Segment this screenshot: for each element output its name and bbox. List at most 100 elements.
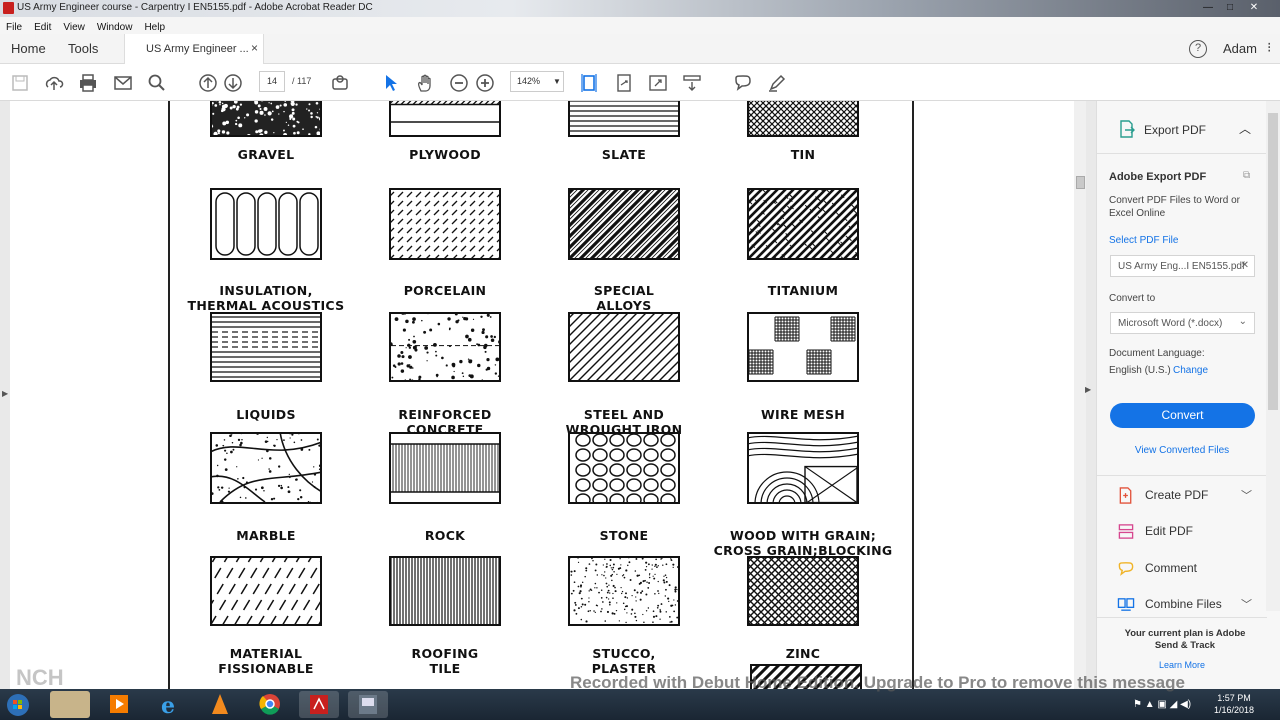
menu-view[interactable]: View bbox=[57, 20, 91, 33]
print-icon[interactable] bbox=[78, 73, 98, 93]
svg-text:e: e bbox=[161, 693, 175, 718]
material-symbol-zinc: ZINC bbox=[747, 556, 859, 666]
chevron-down-icon: ⌄ bbox=[1239, 316, 1247, 327]
close-window-button[interactable]: ✕ bbox=[1243, 1, 1265, 15]
right-tools-panel: Export PDF ︿ Adobe Export PDF ⧉ Convert … bbox=[1096, 101, 1280, 689]
chrome-icon[interactable] bbox=[250, 691, 290, 718]
save-icon[interactable] bbox=[10, 73, 30, 93]
material-swatch bbox=[747, 432, 859, 504]
fit-page-icon[interactable] bbox=[579, 73, 599, 93]
language-value: English (U.S.) bbox=[1109, 365, 1171, 376]
read-mode-icon[interactable] bbox=[330, 73, 350, 93]
start-button[interactable] bbox=[2, 691, 38, 718]
material-swatch bbox=[210, 101, 322, 137]
panel-scroll-thumb[interactable] bbox=[1268, 113, 1278, 410]
convert-to-select[interactable]: Microsoft Word (*.docx)⌄ bbox=[1110, 312, 1255, 334]
media-player-icon[interactable] bbox=[100, 691, 140, 718]
material-label: TITANIUM bbox=[707, 283, 899, 298]
document-scroll-thumb[interactable] bbox=[1076, 176, 1085, 189]
tab-home[interactable]: Home bbox=[11, 41, 46, 56]
document-viewport[interactable]: GRAVELPLYWOODSLATETININSULATION, THERMAL… bbox=[0, 101, 1096, 689]
page-number-input[interactable]: 14 bbox=[259, 71, 285, 92]
selected-file-name: US Army Eng...I EN5155.pdf bbox=[1118, 261, 1245, 272]
material-symbol-stone: STONE bbox=[568, 432, 680, 544]
internet-explorer-icon[interactable]: e bbox=[150, 691, 190, 718]
comment-icon[interactable] bbox=[733, 73, 753, 93]
material-symbol-titanium: TITANIUM bbox=[747, 188, 859, 300]
material-symbol-slate: SLATE bbox=[568, 101, 680, 177]
help-icon[interactable]: ? bbox=[1189, 40, 1207, 58]
full-screen-icon[interactable] bbox=[648, 73, 668, 93]
clear-file-icon[interactable]: ✕ bbox=[1241, 260, 1249, 271]
export-pdf-header[interactable]: Export PDF ︿ bbox=[1097, 101, 1280, 154]
material-label: ZINC bbox=[707, 646, 899, 661]
rotate-icon[interactable] bbox=[614, 73, 634, 93]
tab-document[interactable]: US Army Engineer ... × bbox=[124, 34, 264, 64]
material-symbol-insulation: INSULATION, THERMAL ACOUSTICS bbox=[210, 188, 322, 300]
selected-file-field[interactable]: US Army Eng...I EN5155.pdf✕ bbox=[1110, 255, 1255, 277]
vlc-icon[interactable] bbox=[200, 691, 240, 718]
document-scrollbar[interactable] bbox=[1074, 101, 1086, 689]
chevron-down-icon: ▼ bbox=[553, 72, 561, 91]
copy-icon[interactable]: ⧉ bbox=[1243, 170, 1250, 181]
divider bbox=[1097, 475, 1267, 476]
taskbar-clock[interactable]: 1:57 PM1/16/2018 bbox=[1208, 692, 1260, 716]
zoom-out-icon[interactable] bbox=[449, 73, 469, 93]
maximize-button[interactable]: □ bbox=[1219, 1, 1241, 15]
right-panel-toggle-icon[interactable]: ▶ bbox=[1085, 385, 1091, 394]
window-title: US Army Engineer course - Carpentry I EN… bbox=[17, 2, 373, 13]
material-swatch bbox=[568, 556, 680, 626]
material-symbol-stucco: STUCCO, PLASTER bbox=[568, 556, 680, 666]
material-label: INSULATION, THERMAL ACOUSTICS bbox=[170, 283, 362, 313]
recorder-taskbar-icon[interactable] bbox=[348, 691, 388, 718]
tool-combine-files[interactable]: Combine Files ﹀ bbox=[1117, 594, 1267, 616]
tool-label: Edit PDF bbox=[1145, 524, 1193, 538]
more-options-icon[interactable]: ⁝ bbox=[1267, 39, 1271, 56]
tool-comment[interactable]: Comment bbox=[1117, 558, 1267, 580]
menu-file[interactable]: File bbox=[0, 20, 28, 33]
export-pdf-icon bbox=[1118, 120, 1136, 138]
pdf-page: GRAVELPLYWOODSLATETININSULATION, THERMAL… bbox=[10, 101, 1074, 689]
material-swatch bbox=[389, 556, 501, 626]
left-panel-toggle-icon[interactable]: ▶ bbox=[2, 389, 8, 398]
menu-window[interactable]: Window bbox=[91, 20, 139, 33]
next-page-icon[interactable] bbox=[223, 73, 243, 93]
close-tab-icon[interactable]: × bbox=[251, 41, 258, 55]
zoom-select[interactable]: 142%▼ bbox=[510, 71, 564, 92]
tool-label: Create PDF bbox=[1145, 488, 1208, 502]
toolbar: 14 / 117 142%▼ bbox=[0, 64, 1280, 101]
tool-create-pdf[interactable]: Create PDF ﹀ bbox=[1117, 485, 1267, 507]
material-swatch bbox=[210, 432, 322, 504]
view-converted-link[interactable]: View Converted Files bbox=[1097, 445, 1267, 456]
cloud-upload-icon[interactable] bbox=[44, 73, 64, 93]
collapse-chevron-icon[interactable]: ︿ bbox=[1239, 120, 1251, 137]
minimize-button[interactable]: — bbox=[1197, 1, 1219, 15]
previous-page-icon[interactable] bbox=[198, 73, 218, 93]
tab-tools[interactable]: Tools bbox=[68, 41, 98, 56]
hand-tool-icon[interactable] bbox=[415, 73, 435, 93]
user-name[interactable]: Adam bbox=[1223, 41, 1257, 56]
material-symbol-porcelain: PORCELAIN bbox=[389, 188, 501, 300]
acrobat-taskbar-icon[interactable] bbox=[299, 691, 339, 718]
material-swatch bbox=[747, 556, 859, 626]
system-tray-icons[interactable]: ⚑ ▲ ▣ ◢ ◀) bbox=[1133, 699, 1191, 710]
page-border-left bbox=[168, 101, 170, 689]
file-explorer-icon[interactable] bbox=[50, 691, 90, 718]
menu-edit[interactable]: Edit bbox=[28, 20, 57, 33]
menu-help[interactable]: Help bbox=[138, 20, 171, 33]
scroll-mode-icon[interactable] bbox=[682, 73, 702, 93]
page-total: / 117 bbox=[292, 76, 311, 86]
highlight-pen-icon[interactable] bbox=[767, 73, 787, 93]
material-swatch bbox=[389, 432, 501, 504]
material-label: STONE bbox=[528, 528, 720, 543]
material-swatch bbox=[568, 432, 680, 504]
select-cursor-icon[interactable] bbox=[381, 73, 401, 93]
material-symbol-liquids: LIQUIDS bbox=[210, 312, 322, 422]
learn-more-link[interactable]: Learn More bbox=[1097, 660, 1267, 670]
tool-edit-pdf[interactable]: Edit PDF bbox=[1117, 521, 1267, 543]
zoom-in-icon[interactable] bbox=[475, 73, 495, 93]
change-language-link[interactable]: Change bbox=[1173, 365, 1208, 376]
email-icon[interactable] bbox=[113, 73, 133, 93]
convert-button[interactable]: Convert bbox=[1110, 403, 1255, 428]
search-icon[interactable] bbox=[147, 73, 167, 93]
